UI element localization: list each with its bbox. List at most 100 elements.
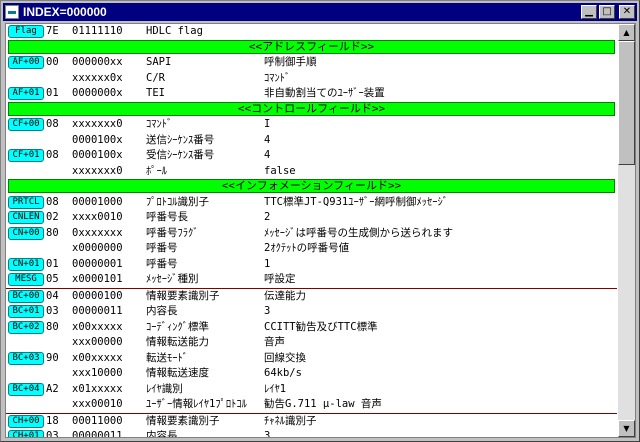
bit-pattern: x0000101 [72, 273, 123, 285]
close-button[interactable]: ✕ [619, 5, 635, 19]
bit-pattern: xxx00010 [72, 398, 123, 410]
decode-row[interactable]: 0000100x 送信ｼｰｹﾝｽ番号 4 [6, 133, 617, 149]
bit-pattern: xxxxxxx0 [72, 118, 123, 130]
decode-row[interactable]: PRTCL 08 00001000 ﾌﾟﾛﾄｺﾙ識別子 TTC標準JT-Q931ﾕｰｻﾞ… [6, 195, 617, 211]
field-name: 呼番号 [146, 257, 178, 270]
bit-pattern: x0000000 [72, 242, 123, 254]
offset-badge[interactable]: CH+00 [8, 414, 44, 428]
field-value: 64kb/s [264, 367, 302, 379]
offset-badge[interactable]: CF+00 [8, 118, 44, 131]
bit-pattern: 000000xx [72, 56, 123, 68]
field-name: SAPI [146, 56, 172, 68]
bit-pattern: x00xxxxx [72, 320, 123, 333]
decode-row[interactable]: xxx00000 情報転送能力 音声 [6, 335, 617, 351]
offset-badge[interactable]: CN+00 [8, 226, 44, 240]
decode-row[interactable]: BC+00 04 00000100 情報要素識別子 伝達能力 [6, 287, 617, 305]
field-value: 伝達能力 [264, 289, 306, 302]
decode-row[interactable]: CN+00 80 0xxxxxxx 呼番号ﾌﾗｸﾞ ﾒｯｾｰｼﾞは呼番号の生成側から送ら… [6, 226, 617, 242]
field-name: HDLC flag [146, 25, 203, 37]
bit-pattern: xxxxxx0x [72, 71, 123, 84]
hex-value: 05 [46, 273, 59, 285]
bit-pattern: x00xxxxx [72, 351, 123, 364]
decode-row[interactable]: CF+00 08 xxxxxxx0 ｺﾏﾝﾄﾞ I [6, 117, 617, 133]
minimize-button[interactable]: ▁ [581, 5, 597, 19]
decode-row[interactable]: BC+04 A2 x01xxxxx ﾚｲﾔ識別 ﾚｲﾔ1 [6, 382, 617, 398]
field-name: 内容長 [146, 305, 178, 317]
maximize-button[interactable]: □ [599, 5, 615, 19]
vertical-scrollbar[interactable]: ▲ ▼ [618, 24, 635, 437]
offset-badge[interactable]: CF+01 [8, 149, 44, 162]
decode-row[interactable]: Flag 7E 01111110 HDLC flag [6, 24, 617, 40]
field-name: 呼番号ﾌﾗｸﾞ [146, 226, 199, 239]
field-value: ｺﾏﾝﾄﾞ [264, 71, 291, 84]
hex-value: 03 [46, 305, 59, 317]
field-name: 情報要素識別子 [146, 289, 220, 302]
bit-pattern: 00001000 [72, 195, 123, 208]
offset-badge[interactable]: BC+00 [8, 289, 44, 303]
offset-badge[interactable]: BC+03 [8, 351, 44, 365]
scroll-thumb[interactable] [618, 41, 635, 165]
bit-pattern: 00000011 [72, 305, 123, 317]
decode-row[interactable]: CNLEN 02 xxxx0010 呼番号長 2 [6, 210, 617, 226]
decode-row[interactable]: AF+01 01 0000000x TEI 非自動割当てのﾕｰｻﾞｰ装置 [6, 86, 617, 102]
field-name: ｺｰﾃﾞｨﾝｸﾞ標準 [146, 320, 209, 333]
bit-pattern: xxx10000 [72, 367, 123, 379]
section-banner[interactable]: <<コントロールフィールド>> [6, 101, 617, 118]
decode-row[interactable]: xxx00010 ﾕｰｻﾞｰ情報ﾚｲﾔ1ﾌﾟﾛﾄｺﾙ 勧告G.711 μ-law 音… [6, 397, 617, 413]
field-name: ﾕｰｻﾞｰ情報ﾚｲﾔ1ﾌﾟﾛﾄｺﾙ [146, 398, 247, 410]
decode-row[interactable]: x0000000 呼番号 2ｵｸﾃｯﾄの呼番号値 [6, 241, 617, 257]
field-value: 音声 [264, 336, 285, 348]
hex-value: 18 [46, 414, 59, 427]
hex-value: 02 [46, 211, 59, 223]
decode-row[interactable]: xxxxxx0x C/R ｺﾏﾝﾄﾞ [6, 71, 617, 87]
field-value: 呼設定 [264, 273, 296, 285]
offset-badge[interactable]: CNLEN [8, 211, 44, 224]
decode-row[interactable]: BC+03 90 x00xxxxx 転送ﾓｰﾄﾞ 回線交換 [6, 351, 617, 367]
decode-row[interactable]: BC+01 03 00000011 内容長 3 [6, 304, 617, 320]
section-banner[interactable]: <<インフォメーションフィールド>> [6, 179, 617, 195]
scroll-down-button[interactable]: ▼ [618, 420, 635, 437]
offset-badge[interactable]: AF+00 [8, 56, 44, 69]
offset-badge[interactable]: AF+01 [8, 87, 44, 100]
decode-row[interactable]: xxx10000 情報転送速度 64kb/s [6, 366, 617, 382]
field-name: C/R [146, 71, 165, 84]
field-name: 呼番号長 [146, 211, 188, 223]
title-bar[interactable]: INDEX=000000 ▁ □ ✕ [3, 3, 637, 21]
section-banner[interactable]: <<アドレスフィールド>> [6, 39, 617, 56]
decode-row[interactable]: CH+00 18 00011000 情報要素識別子 ﾁｬﾈﾙ識別子 [6, 412, 617, 430]
bit-pattern: 00000100 [72, 289, 123, 302]
offset-badge[interactable]: CH+01 [8, 430, 44, 437]
offset-badge[interactable]: CN+01 [8, 257, 44, 271]
bit-pattern: 0000100x [72, 133, 123, 146]
hex-value: 04 [46, 289, 59, 302]
offset-badge[interactable]: Flag [8, 25, 44, 38]
hex-value: 08 [46, 118, 59, 130]
field-name: ｺﾏﾝﾄﾞ [146, 118, 173, 130]
bit-pattern: 0xxxxxxx [72, 226, 123, 239]
main-window: INDEX=000000 ▁ □ ✕ Flag 7E 01111110 HDLC fl… [0, 0, 640, 442]
decode-row[interactable]: BC+02 80 x00xxxxx ｺｰﾃﾞｨﾝｸﾞ標準 CCITT勧告及びTTC標準 [6, 320, 617, 336]
bit-pattern: xxxxxxx0 [72, 164, 123, 177]
field-value: I [264, 118, 271, 130]
decode-row[interactable]: AF+00 00 000000xx SAPI 呼制御手順 [6, 55, 617, 71]
app-icon[interactable] [5, 5, 19, 19]
decode-row[interactable]: CN+01 01 00000001 呼番号 1 [6, 257, 617, 273]
offset-badge[interactable]: BC+04 [8, 382, 44, 396]
field-value: 3 [264, 430, 271, 437]
decode-row[interactable]: CF+01 08 0000100x 受信ｼｰｹﾝｽ番号 4 [6, 148, 617, 164]
decode-row[interactable]: xxxxxxx0 ﾎﾟｰﾙ false [6, 164, 617, 180]
offset-badge[interactable]: BC+01 [8, 305, 44, 318]
scroll-up-button[interactable]: ▲ [618, 24, 635, 41]
offset-badge[interactable]: BC+02 [8, 320, 44, 334]
field-value: 回線交換 [264, 351, 306, 364]
field-name: ﾒｯｾｰｼﾞ種別 [146, 273, 199, 285]
field-value: false [264, 164, 296, 177]
hex-value: 90 [46, 351, 59, 364]
decode-row[interactable]: CH+01 03 00000011 内容長 3 [6, 429, 617, 437]
field-value: 勧告G.711 μ-law 音声 [264, 398, 382, 410]
field-value: 4 [264, 133, 271, 146]
offset-badge[interactable]: PRTCL [8, 195, 44, 209]
decode-row[interactable]: MESG 05 x0000101 ﾒｯｾｰｼﾞ種別 呼設定 [6, 272, 617, 288]
offset-badge[interactable]: MESG [8, 273, 44, 286]
field-value: 1 [264, 257, 271, 270]
